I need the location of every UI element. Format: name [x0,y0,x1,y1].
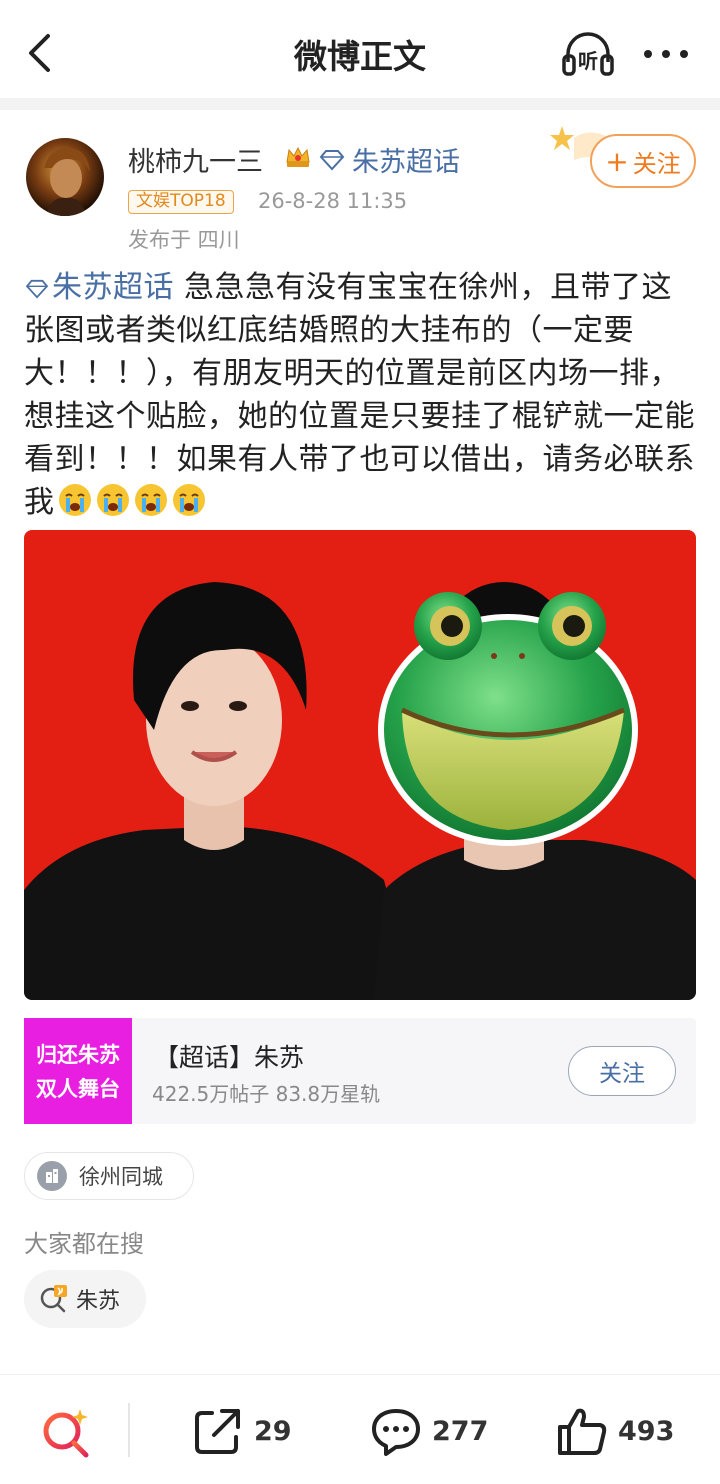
post-topic-label: 朱苏超话 [52,270,174,305]
hot-search-chip[interactable]: 朱苏 [24,1270,146,1328]
crying-face-icon [172,484,205,516]
author-topic-label: 朱苏超话 [352,147,460,178]
repost-count: 29 [254,1415,292,1447]
hot-search-icon [40,1285,67,1313]
crying-face-icon [134,484,167,516]
supertopic-card[interactable]: 归还朱苏 双人舞台 【超话】朱苏 422.5万帖子 83.8万星轨 关注 [24,1018,696,1124]
headphones-icon: 听 [562,32,614,76]
supertopic-thumb-line1: 归还朱苏 [36,1043,120,1067]
section-divider [0,98,720,110]
bottom-bar-separator [128,1403,130,1457]
location-chip[interactable]: 徐州同城 [24,1152,194,1200]
repost-icon [195,1409,240,1454]
search-icon[interactable] [38,1405,94,1461]
author-topic-link[interactable]: 朱苏超话 [318,140,460,179]
thumbs-up-icon [558,1408,607,1455]
post-image[interactable] [24,530,696,1000]
crying-face-icon [96,484,129,516]
top-rank-badge: 文娱TOP18 [128,190,234,214]
supertopic-thumb-line2: 双人舞台 [36,1077,120,1101]
supertopic-follow-button[interactable]: 关注 [568,1046,676,1096]
top-nav-bar: 微博正文 听 [0,0,720,98]
trending-search-heading: 大家都在搜 [24,1230,144,1258]
hot-search-label: 朱苏 [76,1289,121,1314]
like-button[interactable]: 493 [556,1403,674,1459]
back-button[interactable] [22,30,62,76]
chevron-left-icon [29,34,50,72]
comment-icon [372,1409,420,1456]
repost-button[interactable]: 29 [192,1403,292,1459]
crown-icon [286,146,310,167]
follow-author-button[interactable]: + 关注 [590,134,696,188]
supertopic-diamond-icon [319,149,345,170]
post-location: 发布于 四川 [128,228,240,252]
avatar[interactable] [26,138,104,216]
post-body: 朱苏超话 急急急有没有宝宝在徐州，且带了这张图或者类似红底结婚照的大挂布的（一定… [24,266,700,524]
author-name[interactable]: 桃柿九一三 [128,140,263,179]
crying-face-icon [58,484,91,516]
location-chip-label: 徐州同城 [79,1165,163,1189]
follow-author-label: 关注 [632,149,681,178]
listen-label: 听 [578,49,598,73]
comment-count: 277 [432,1415,489,1447]
supertopic-thumbnail: 归还朱苏 双人舞台 [24,1018,132,1124]
listen-button[interactable]: 听 [560,28,616,80]
more-dots-icon [644,50,688,58]
bottom-action-bar: 29 277 493 [0,1374,720,1484]
supertopic-diamond-icon [25,279,49,299]
plus-icon: + [605,144,629,178]
post-timestamp: 26-8-28 11:35 [258,189,408,213]
supertopic-name: 【超话】朱苏 [154,1043,305,1072]
comment-button[interactable]: 277 [370,1403,488,1459]
like-count: 493 [618,1415,675,1447]
city-building-icon [37,1161,67,1191]
supertopic-stats: 422.5万帖子 83.8万星轨 [152,1082,381,1106]
more-button[interactable] [640,34,692,74]
post-topic-link[interactable]: 朱苏超话 [24,270,174,305]
